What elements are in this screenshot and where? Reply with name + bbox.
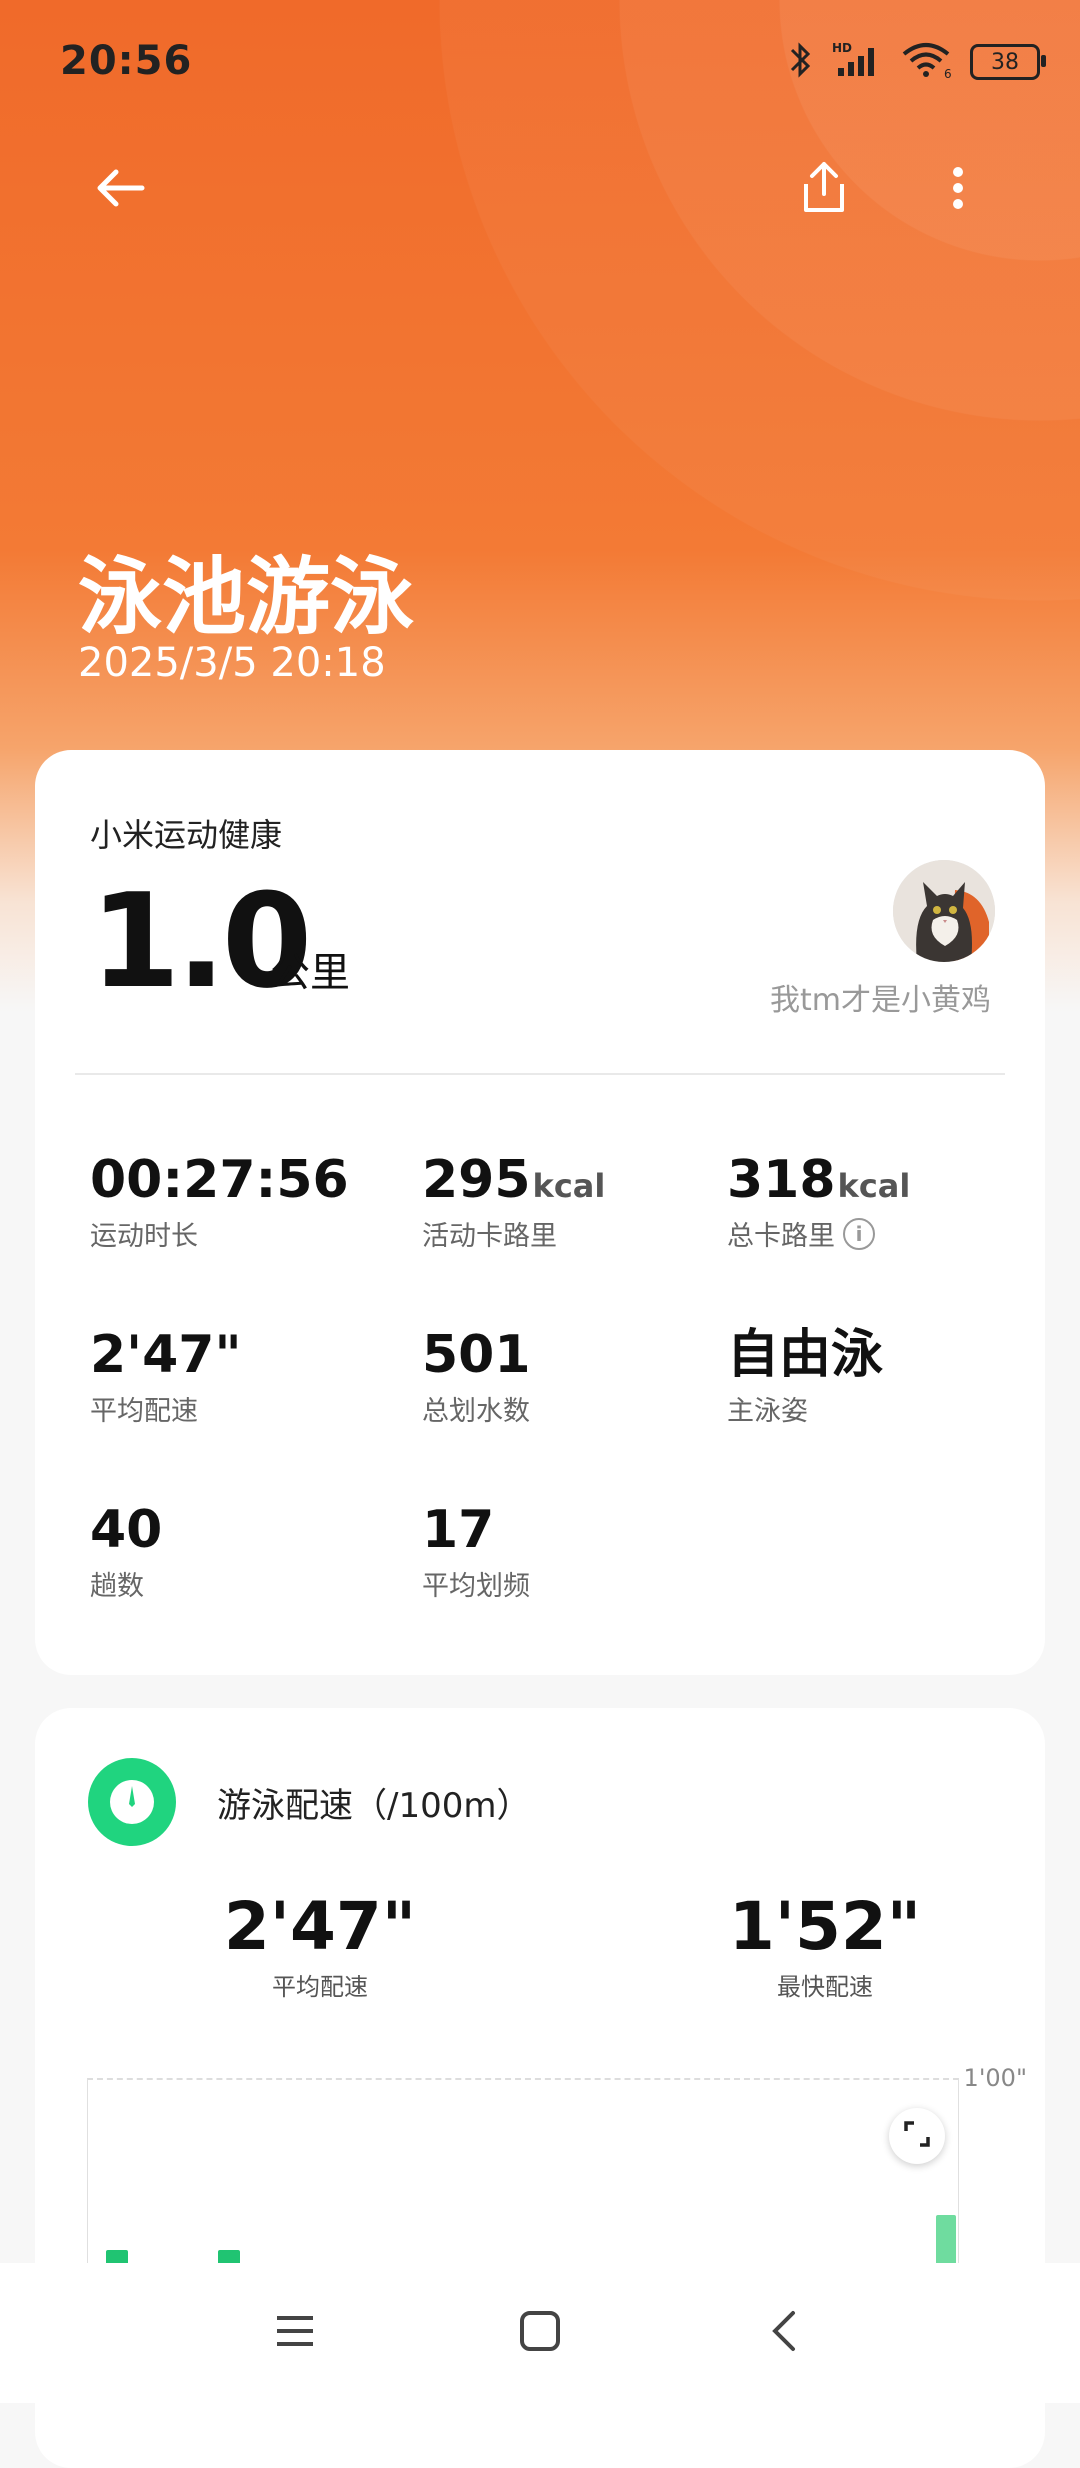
distance-unit: 公里 [270,950,350,996]
metric-label: 平均配速 [90,1396,198,1427]
metric-strokes: 501 总划水数 [422,1325,531,1428]
metric-label: 运动时长 [90,1221,198,1252]
expand-button[interactable] [889,2108,945,2164]
svg-text:6: 6 [944,67,952,80]
avg-pace-value: 2'47" [223,1888,417,1965]
section-title: 游泳配速（/100m） [217,1786,531,1826]
chart-axis-label: 1'00" [963,2064,1027,2092]
metric-unit: kcal [837,1167,911,1205]
metric-avg-pace: 2'47" 平均配速 [90,1325,242,1428]
avg-pace-block: 2'47" 平均配速 [185,1888,455,2002]
metric-label: 总划水数 [422,1396,530,1427]
metric-value: 2'47" [90,1325,242,1385]
brand-label: 小米运动健康 [90,816,283,854]
best-pace-value: 1'52" [728,1888,922,1965]
metric-value: 17 [422,1500,495,1560]
metric-total-calories: 318kcal 总卡路里 i [727,1150,910,1253]
metric-active-calories: 295kcal 活动卡路里 [422,1150,605,1253]
metric-stroke-style: 自由泳 主泳姿 [727,1325,883,1428]
metric-value: 501 [422,1325,531,1385]
metric-stroke-rate: 17 平均划频 [422,1500,530,1603]
metric-value: 00:27:56 [90,1150,349,1210]
metric-value: 40 [90,1500,163,1560]
metric-value: 295 [422,1150,531,1210]
wifi-icon: 6 [900,40,954,84]
metric-duration: 00:27:56 运动时长 [90,1150,351,1253]
nav-home-button[interactable] [500,2293,580,2373]
nav-back-button[interactable] [745,2293,825,2373]
summary-card: 小米运动健康 1.0 公里 我tm才是小黄鸡 00:27:56 运动时长 295… [35,750,1045,1675]
more-vertical-icon [948,158,968,222]
cat-avatar-icon [893,860,995,962]
best-pace-label: 最快配速 [777,1973,873,2001]
page-title: 泳池游泳 [78,548,415,646]
status-bar: 20:56 HD 6 38 [0,0,1080,130]
workout-datetime: 2025/3/5 20:18 [78,640,386,686]
menu-icon [273,2309,317,2357]
metric-label: 平均划频 [422,1571,530,1602]
back-button[interactable] [80,150,160,230]
back-icon [763,2309,807,2357]
expand-icon [902,2119,932,2153]
status-icons: HD 6 38 [786,40,1046,84]
avg-pace-label: 平均配速 [272,1973,368,2001]
top-nav [0,150,1080,250]
share-button[interactable] [784,150,864,230]
metric-unit: kcal [532,1167,606,1205]
best-pace-block: 1'52" 最快配速 [690,1888,960,2002]
share-icon [796,158,852,222]
metric-label: 总卡路里 [727,1221,835,1252]
home-icon [518,2309,562,2357]
metric-label: 主泳姿 [727,1396,808,1427]
username: 我tm才是小黄鸡 [770,983,991,1018]
avatar[interactable] [893,860,995,962]
system-nav-bar [0,2263,1080,2403]
more-button[interactable] [918,150,998,230]
metric-laps: 40 趟数 [90,1500,162,1603]
signal-icon: HD [832,40,884,84]
battery-icon: 38 [970,44,1046,80]
divider [75,1073,1005,1075]
nav-menu-button[interactable] [255,2293,335,2373]
swim-pace-icon [88,1758,176,1846]
bluetooth-icon [786,40,816,84]
arrow-left-icon [90,158,150,222]
metric-label: 活动卡路里 [422,1221,557,1252]
status-time: 20:56 [60,38,193,84]
svg-text:HD: HD [832,41,852,55]
metric-label: 趟数 [90,1571,144,1602]
metric-value: 318 [727,1150,836,1210]
metric-value: 自由泳 [727,1325,884,1385]
info-icon[interactable]: i [843,1217,875,1250]
